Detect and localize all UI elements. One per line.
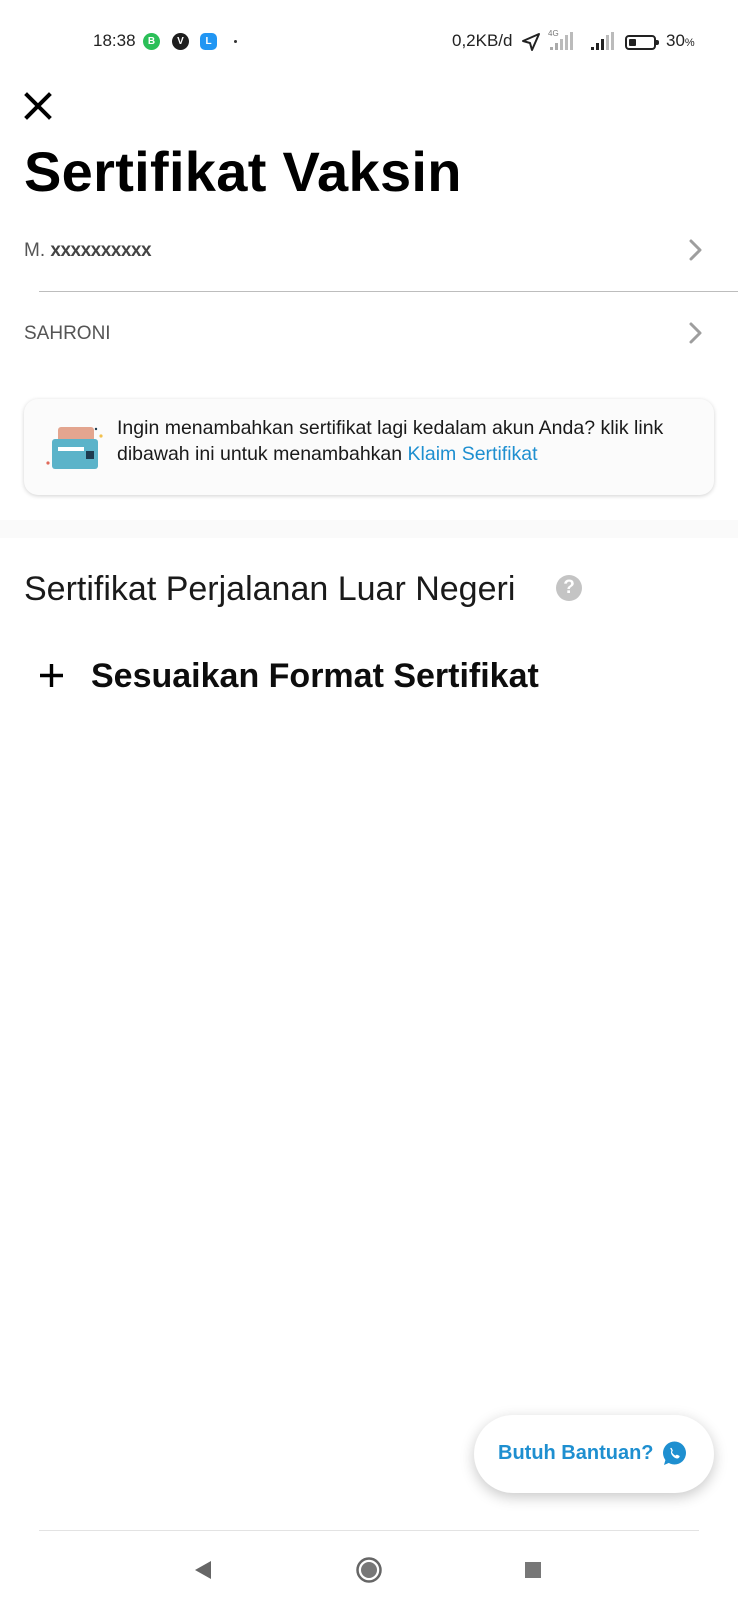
claim-info-card: Ingin menambahkan sertifikat lagi kedala… <box>24 399 714 495</box>
chevron-right-icon <box>689 239 702 261</box>
certificate-name: M. xxxxxxxxxx <box>24 240 152 262</box>
claim-certificate-link[interactable]: Klaim Sertifikat <box>408 443 538 465</box>
plus-icon <box>40 664 63 687</box>
travel-section-title: Sertifikat Perjalanan Luar Negeri <box>24 570 516 608</box>
certificate-card-illustration <box>46 427 103 469</box>
nav-back-button[interactable] <box>183 1550 223 1590</box>
certificate-item[interactable]: M. xxxxxxxxxx <box>0 210 738 292</box>
chevron-right-icon <box>689 322 702 344</box>
certificate-item[interactable]: SAHRONI <box>0 293 738 375</box>
certificate-name-masked: xxxxxxxxxx <box>50 240 152 261</box>
battery-fill <box>629 39 636 46</box>
battery-percent-unit: % <box>684 37 695 49</box>
v-app-icon: V <box>172 33 189 50</box>
nav-recents-button[interactable] <box>513 1550 553 1590</box>
battery-percent: 30% <box>666 31 695 51</box>
whatsapp-icon <box>663 1441 686 1465</box>
certificate-name-prefix: M. <box>24 240 46 261</box>
status-time: 18:38 <box>93 31 136 50</box>
list-divider <box>39 291 738 292</box>
close-button[interactable] <box>22 90 54 122</box>
battery-icon <box>625 35 659 50</box>
l-app-icon: L <box>200 33 217 50</box>
status-bar: 18:38 B V L 0,2KB/d 4G 30% <box>0 0 738 84</box>
signal-icon <box>550 32 573 50</box>
certificate-name-prefix: SAHRONI <box>24 323 111 344</box>
help-whatsapp-button[interactable]: Butuh Bantuan? <box>474 1415 714 1493</box>
whatsapp-business-icon: B <box>143 33 160 50</box>
customize-format-label: Sesuaikan Format Sertifikat <box>91 657 539 695</box>
section-separator <box>0 520 738 538</box>
claim-info-text: Ingin menambahkan sertifikat lagi kedala… <box>117 415 697 467</box>
help-icon[interactable]: ? <box>556 575 582 601</box>
more-notifications-dot <box>234 40 237 43</box>
claim-info-message: Ingin menambahkan sertifikat lagi kedala… <box>117 417 664 465</box>
certificate-name: SAHRONI <box>24 323 111 345</box>
nav-home-button[interactable] <box>349 1550 389 1590</box>
customize-format-button[interactable]: Sesuaikan Format Sertifikat <box>36 652 576 702</box>
help-button-label: Butuh Bantuan? <box>498 1442 654 1464</box>
nav-divider <box>39 1530 699 1531</box>
network-speed: 0,2KB/d <box>452 31 513 50</box>
page-title: Sertifikat Vaksin <box>24 140 462 203</box>
battery-percent-value: 30 <box>666 31 685 50</box>
location-arrow-icon <box>522 33 540 51</box>
signal-icon <box>591 32 614 50</box>
